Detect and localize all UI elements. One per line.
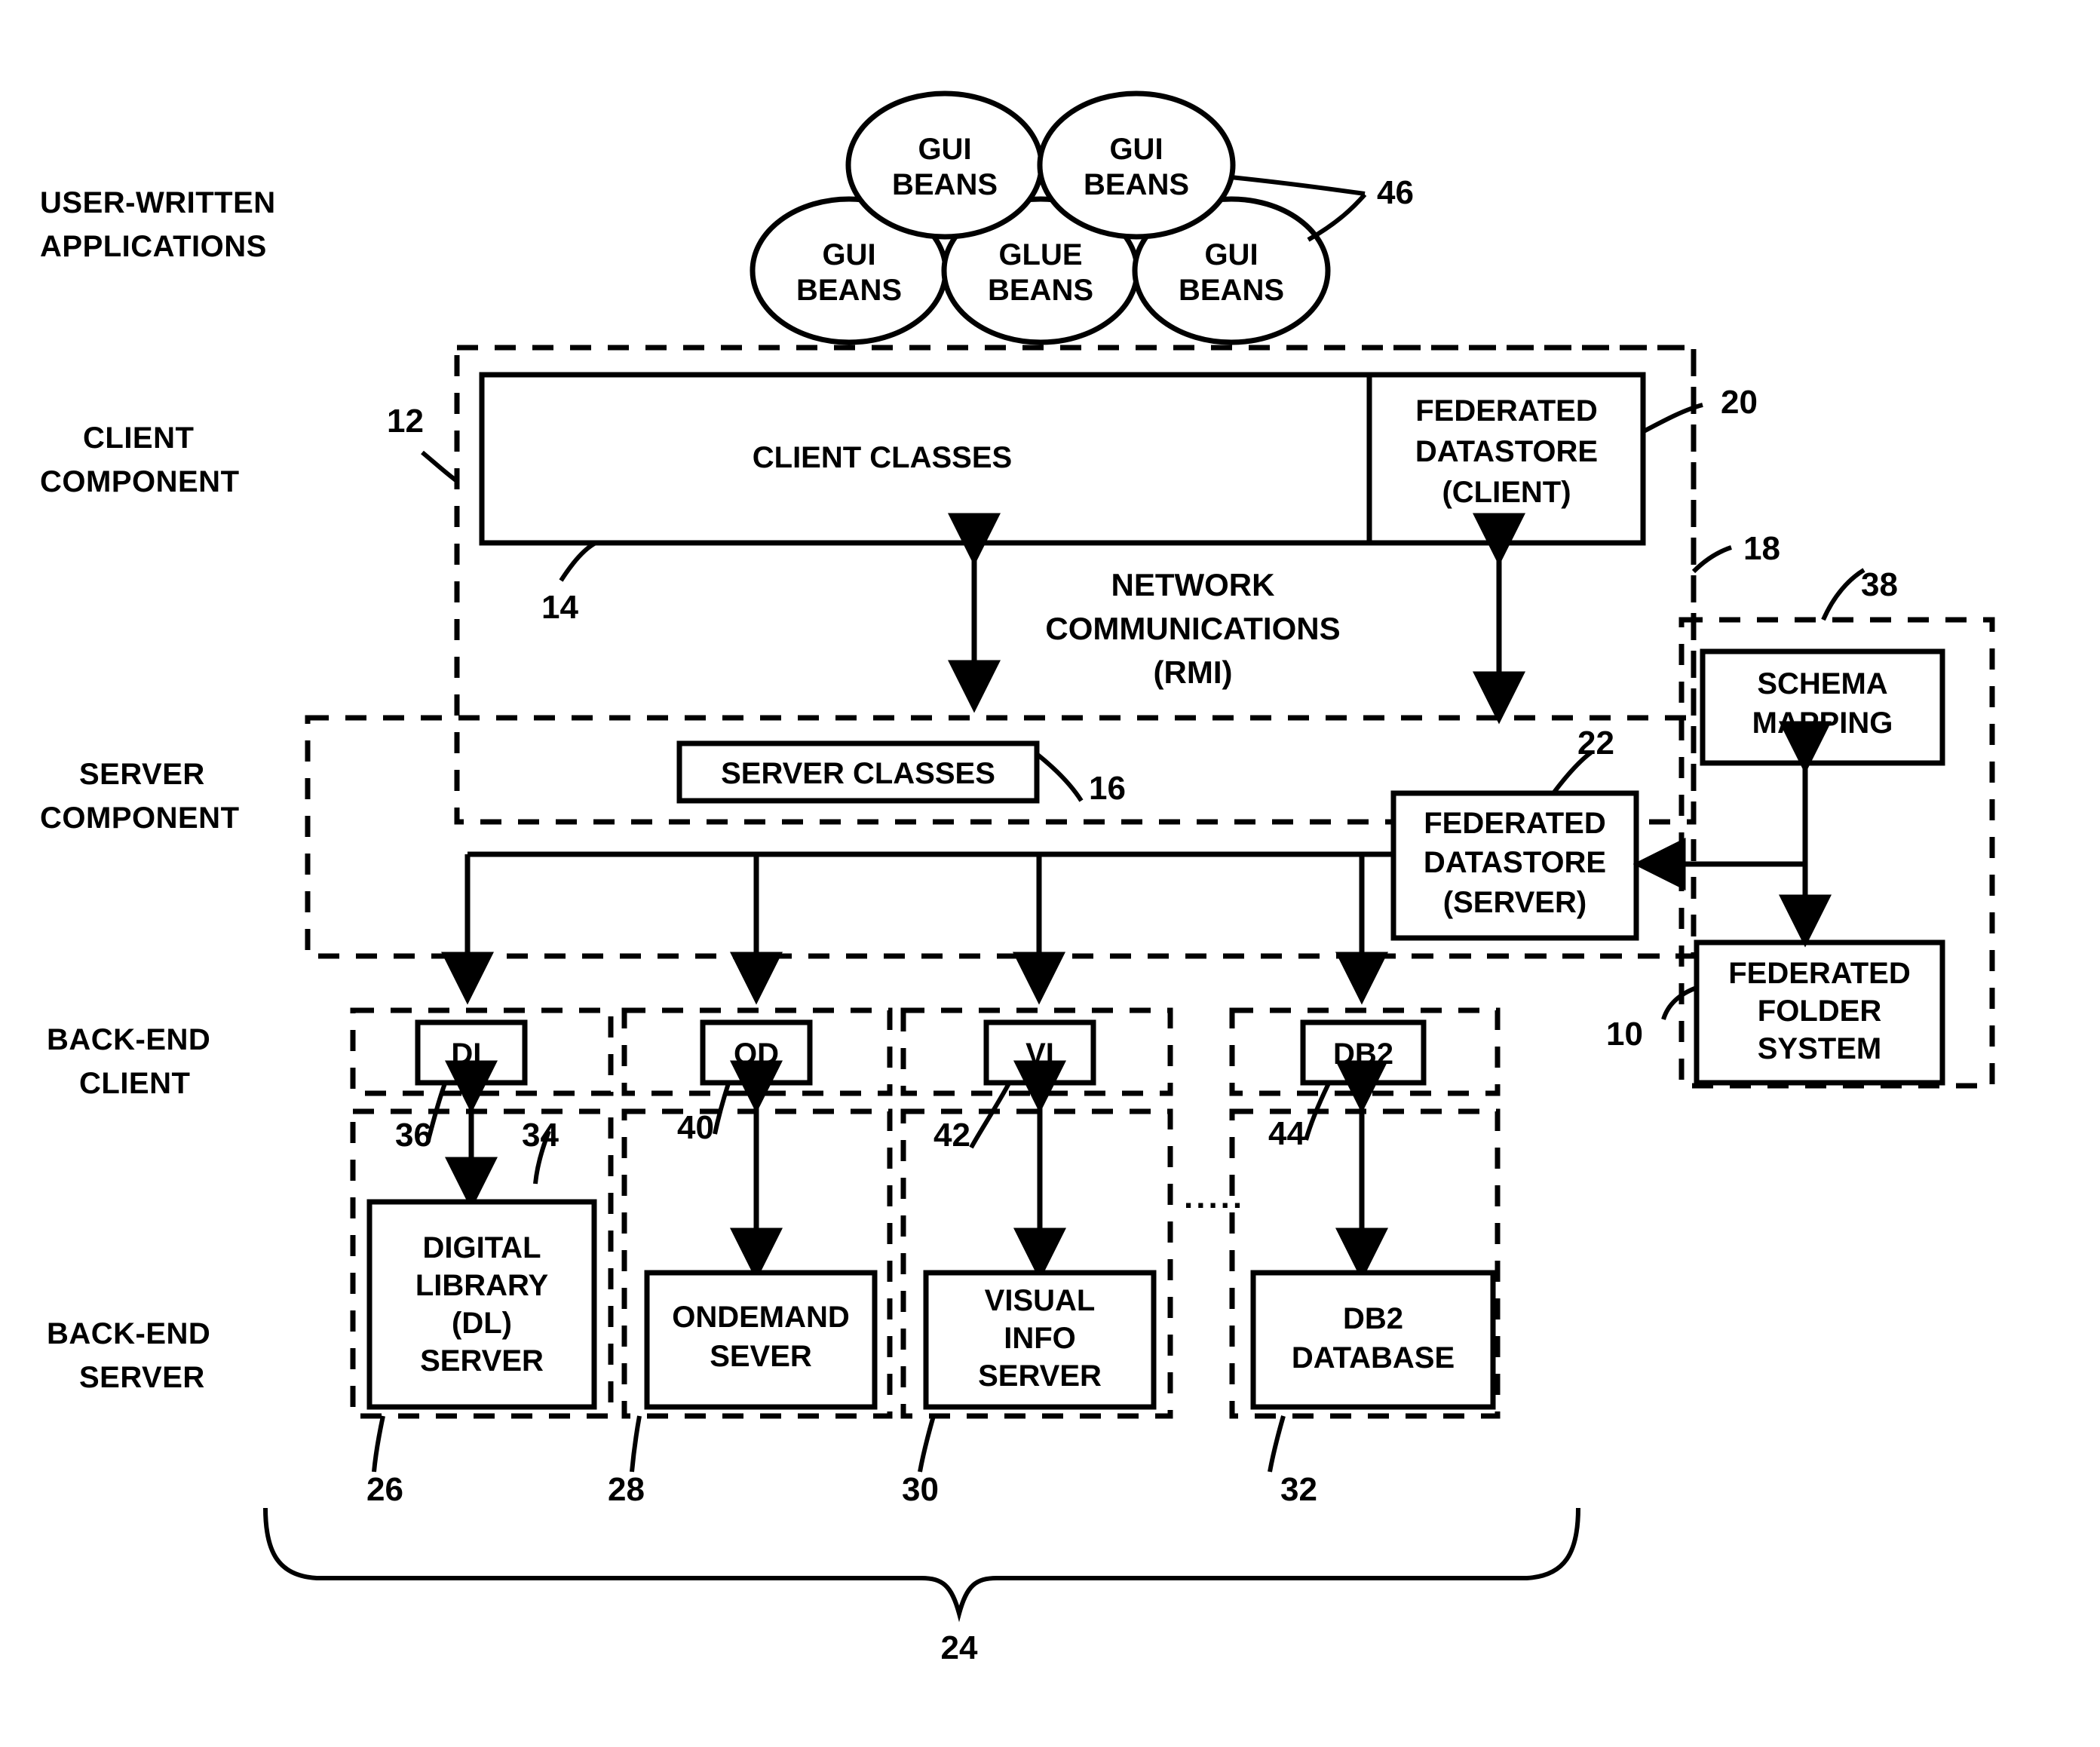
bean-cluster: GUI BEANS GUI BEANS GUI BEANS GLUE BEANS… — [750, 90, 1414, 345]
diagram-svg: USER-WRITTEN APPLICATIONS CLIENT COMPONE… — [40, 90, 1995, 1666]
federated-datastore-client-label: FEDERATED DATASTORE (CLIENT) — [1415, 394, 1598, 509]
leader-30 — [918, 1415, 936, 1473]
svg-text:(CLIENT): (CLIENT) — [1442, 476, 1571, 509]
vi-client-label: VI — [1025, 1037, 1054, 1071]
svg-text:(RMI): (RMI) — [1154, 654, 1233, 690]
svg-text:BEANS: BEANS — [796, 274, 902, 307]
leader-16 — [1035, 752, 1084, 802]
od-client-label: OD — [734, 1037, 779, 1071]
ref-number-22: 22 — [1577, 725, 1614, 762]
svg-text:SERVER: SERVER — [420, 1344, 544, 1378]
row-label-back-end-server: BACK-END SERVER — [47, 1317, 210, 1394]
group-ellipsis: ..... — [1184, 1178, 1245, 1215]
svg-text:BEANS: BEANS — [892, 168, 998, 201]
ref-number-26: 26 — [366, 1471, 403, 1508]
row-label-line1: SERVER — [79, 758, 205, 791]
leader-28 — [630, 1415, 642, 1473]
row-label-user-written-applications: USER-WRITTEN APPLICATIONS — [40, 186, 276, 263]
svg-text:(SERVER): (SERVER) — [1443, 886, 1586, 919]
ref-number-10: 10 — [1606, 1016, 1643, 1053]
ref-number-20: 20 — [1721, 384, 1758, 421]
row-label-line2: CLIENT — [79, 1067, 190, 1100]
row-label-line1: CLIENT — [83, 421, 194, 455]
svg-text:DB2: DB2 — [1343, 1302, 1403, 1335]
svg-text:GUI: GUI — [822, 238, 875, 271]
ref-number-24: 24 — [941, 1629, 978, 1666]
ref-number-36: 36 — [395, 1117, 432, 1154]
svg-text:COMMUNICATIONS: COMMUNICATIONS — [1045, 611, 1340, 646]
row-label-line1: USER-WRITTEN — [40, 186, 276, 219]
row-label-line1: BACK-END — [47, 1023, 210, 1056]
server-classes-label: SERVER CLASSES — [721, 757, 995, 790]
ref-number-32: 32 — [1280, 1471, 1317, 1508]
svg-text:FOLDER: FOLDER — [1758, 995, 1882, 1028]
ref-number-46: 46 — [1377, 174, 1414, 211]
patent-figure-canvas: USER-WRITTEN APPLICATIONS CLIENT COMPONE… — [0, 0, 2100, 1747]
leader-46-upper — [1230, 175, 1366, 196]
svg-text:GLUE: GLUE — [998, 238, 1082, 271]
svg-text:MAPPING: MAPPING — [1752, 706, 1893, 740]
ref-number-16: 16 — [1089, 770, 1126, 807]
client-classes-label: CLIENT CLASSES — [753, 441, 1012, 474]
svg-text:GUI: GUI — [1109, 133, 1163, 166]
svg-text:SERVER: SERVER — [978, 1359, 1102, 1393]
row-label-server-component: SERVER COMPONENT — [40, 758, 240, 835]
ref-number-12: 12 — [387, 403, 424, 440]
svg-text:BEANS: BEANS — [988, 274, 1093, 307]
svg-text:FEDERATED: FEDERATED — [1415, 394, 1597, 428]
svg-text:ONDEMAND: ONDEMAND — [672, 1301, 850, 1334]
svg-text:DIGITAL: DIGITAL — [422, 1231, 541, 1264]
ref-number-42: 42 — [934, 1117, 970, 1154]
ref-number-30: 30 — [902, 1471, 939, 1508]
back-end-systems-brace — [263, 1507, 1580, 1623]
leader-18 — [1691, 545, 1732, 574]
svg-text:DATABASE: DATABASE — [1292, 1341, 1455, 1375]
svg-text:BEANS: BEANS — [1179, 274, 1284, 307]
svg-text:FEDERATED: FEDERATED — [1424, 807, 1605, 840]
svg-text:GUI: GUI — [1204, 238, 1258, 271]
row-label-back-end-client: BACK-END CLIENT — [47, 1023, 210, 1100]
svg-text:(DL): (DL) — [452, 1307, 512, 1340]
svg-text:SCHEMA: SCHEMA — [1757, 667, 1887, 700]
row-label-line1: BACK-END — [47, 1317, 210, 1350]
leader-38 — [1821, 568, 1865, 621]
leader-14 — [559, 541, 597, 582]
db2-client-label: DB2 — [1333, 1037, 1393, 1071]
ref-number-44: 44 — [1268, 1115, 1305, 1152]
row-label-line2: APPLICATIONS — [40, 230, 267, 263]
leader-32 — [1268, 1415, 1286, 1473]
svg-text:VISUAL: VISUAL — [985, 1284, 1096, 1317]
leader-12 — [421, 450, 458, 483]
svg-text:FEDERATED: FEDERATED — [1728, 957, 1910, 990]
ref-number-28: 28 — [608, 1471, 645, 1508]
leader-26 — [372, 1415, 385, 1473]
dl-client-label: DL — [451, 1037, 491, 1071]
ref-number-14: 14 — [541, 589, 578, 626]
row-label-line2: SERVER — [79, 1361, 205, 1394]
ref-number-18: 18 — [1743, 530, 1780, 567]
svg-text:SYSTEM: SYSTEM — [1758, 1032, 1881, 1065]
row-label-client-component: CLIENT COMPONENT — [40, 421, 240, 498]
svg-text:DATASTORE: DATASTORE — [1424, 846, 1606, 879]
network-communications-label: NETWORK COMMUNICATIONS (RMI) — [1045, 567, 1340, 690]
ref-number-34: 34 — [522, 1117, 559, 1154]
ref-number-38: 38 — [1861, 566, 1898, 603]
svg-text:NETWORK: NETWORK — [1111, 567, 1275, 602]
db2-server-box — [1250, 1270, 1496, 1410]
leader-46-lower — [1307, 193, 1367, 242]
svg-text:LIBRARY: LIBRARY — [415, 1269, 549, 1302]
federated-datastore-server-label: FEDERATED DATASTORE (SERVER) — [1424, 807, 1606, 919]
svg-text:INFO: INFO — [1004, 1322, 1076, 1355]
svg-text:GUI: GUI — [918, 133, 971, 166]
svg-text:BEANS: BEANS — [1084, 168, 1189, 201]
svg-text:SEVER: SEVER — [710, 1340, 812, 1373]
ref-number-40: 40 — [677, 1109, 714, 1146]
row-label-line2: COMPONENT — [40, 801, 240, 835]
row-label-line2: COMPONENT — [40, 465, 240, 498]
svg-text:DATASTORE: DATASTORE — [1415, 435, 1598, 468]
